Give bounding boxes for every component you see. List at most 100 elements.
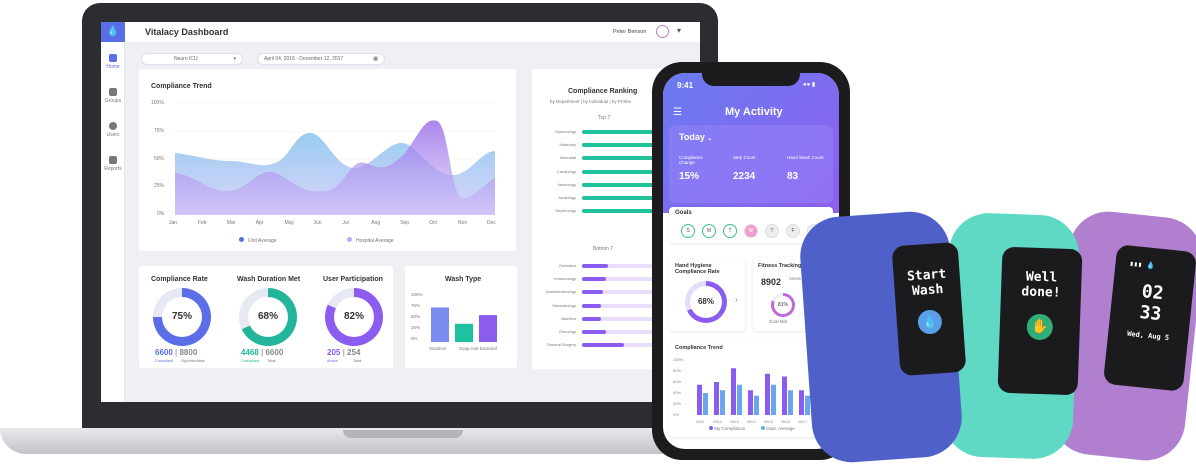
y-tick: 0% xyxy=(673,412,679,417)
unit-select-value: Neuro ICU xyxy=(174,56,198,62)
kpi-total: 6600 xyxy=(265,348,284,357)
y-tick: 100% xyxy=(151,100,164,106)
legend-hospital-average: Hospital Average xyxy=(347,237,394,244)
my-compliance-bar xyxy=(765,373,770,415)
ranking-label: Oncology xyxy=(559,329,576,334)
wash-type-label: Soap Anti-bacterial xyxy=(459,346,497,351)
nav-users[interactable]: Users xyxy=(101,122,125,138)
kpi-title: Wash Duration Met xyxy=(237,276,301,283)
goal-day[interactable]: T xyxy=(765,224,779,238)
x-tick: 05/12 xyxy=(713,420,722,424)
ranking-label: Gastroenterology xyxy=(545,289,576,295)
fitness-value: 8902 xyxy=(761,277,782,287)
y-tick: 25% xyxy=(154,183,165,189)
kpi-value-label: Compliant xyxy=(241,358,260,363)
goal-day[interactable]: S xyxy=(681,224,695,238)
month-tick: Jul xyxy=(342,220,349,226)
nav-reports[interactable]: Reports xyxy=(101,156,125,172)
month-tick: Aug xyxy=(371,220,381,226)
wash-type-bar xyxy=(431,307,449,342)
hand-hygiene-title: Hand Hygiene Compliance Rate xyxy=(675,263,720,275)
phone-notch xyxy=(702,72,800,86)
goal-day[interactable]: M xyxy=(702,224,716,238)
period-select[interactable]: Today ⌄ xyxy=(679,132,712,142)
month-tick: Apr xyxy=(255,220,264,226)
thumbs-up-icon: ✋ xyxy=(1026,313,1054,341)
x-tick: 05/15 xyxy=(764,420,773,424)
vitalacy-logo-icon[interactable]: 💧 xyxy=(101,22,125,42)
sidebar: 💧 Home Groups Users Reports xyxy=(101,22,125,402)
kpi-value: 205 xyxy=(327,348,341,357)
activity-card: Today ⌄ Compliance Change 15% Step Count 22… xyxy=(669,125,833,203)
goal-day[interactable]: T xyxy=(723,224,737,238)
my-compliance-bar xyxy=(697,384,702,415)
compliance-trend-card: Compliance Trend 100% 75% 50% 25% 0% Jan… xyxy=(139,69,516,251)
stat-value: 15% xyxy=(679,171,700,182)
x-tick: 05/16 xyxy=(781,420,790,424)
reports-icon xyxy=(109,156,117,164)
ranking-bar xyxy=(582,303,601,308)
goal-day[interactable]: F xyxy=(786,224,800,238)
kpi-value: 4468 xyxy=(241,348,259,357)
x-tick: 05/11 xyxy=(696,420,705,424)
stat-label: Compliance Change xyxy=(679,155,703,165)
phone-title: My Activity xyxy=(725,106,783,118)
compliance-trend-title: Compliance Trend xyxy=(151,83,212,90)
y-tick: 80% xyxy=(673,368,681,373)
month-tick: May xyxy=(284,220,295,226)
kpi-title: Compliance Rate xyxy=(151,276,208,283)
user-name[interactable]: Peter Benson xyxy=(613,29,646,35)
hand-hygiene-ring: 68% xyxy=(685,281,727,323)
ranking-label: Haematology xyxy=(552,302,576,308)
band-blue-line2: Wash xyxy=(911,281,944,300)
status-icons: ●● ▮ xyxy=(803,82,816,88)
legend-my-compliance: My Compliance xyxy=(709,426,745,431)
y-tick: 40% xyxy=(673,390,681,395)
kpi-pct: 82% xyxy=(334,297,374,337)
stat-value: 83 xyxy=(787,171,799,182)
y-tick: 60% xyxy=(673,379,681,384)
ranking-bar xyxy=(582,277,606,282)
ranking-bar xyxy=(582,316,601,321)
menu-icon[interactable]: ☰ xyxy=(673,107,682,118)
unit-select[interactable]: Neuro ICU ▾ xyxy=(141,53,243,65)
my-compliance-bar xyxy=(714,382,719,415)
clock-date: Wed, Aug 5 xyxy=(1126,329,1170,343)
dept-average-bar xyxy=(771,384,776,415)
fitness-ring: 81% xyxy=(771,293,795,317)
chevron-right-icon[interactable]: › xyxy=(735,295,738,304)
ranking-tabs[interactable]: by Department | by Individual | by Profe… xyxy=(550,99,631,104)
hand-hygiene-card[interactable]: Hand Hygiene Compliance Rate 68% › xyxy=(669,257,745,331)
date-range-picker[interactable]: April 04, 2016 - December 12, 2017 ▦ xyxy=(257,53,385,65)
my-compliance-bar xyxy=(748,390,753,415)
ranking-label: Neurology xyxy=(557,181,576,187)
band-teal-screen: Well done! ✋ xyxy=(997,246,1083,396)
nav-groups[interactable]: Groups xyxy=(101,88,125,104)
y-tick: 75% xyxy=(154,128,165,134)
chevron-down-icon[interactable]: ▾ xyxy=(677,26,681,35)
band-purple-screen: ▮▮▮ 💧 02 33 Wed, Aug 5 xyxy=(1102,244,1196,392)
phone-trend-title: Compliance Trend xyxy=(675,345,723,351)
kpi-total-label: Total xyxy=(267,358,276,363)
kpi-title: User Participation xyxy=(323,276,383,283)
goals-title: Goals xyxy=(675,210,692,216)
avatar-icon[interactable] xyxy=(656,25,669,38)
wash-type-chart: 100% 75% 50% 25% 0% xyxy=(411,292,497,342)
kpi-total: 254 xyxy=(347,348,361,357)
wash-type-title: Wash Type xyxy=(445,276,482,283)
goal-day[interactable]: W xyxy=(744,224,758,238)
my-compliance-bar xyxy=(799,390,804,415)
dept-average-bar xyxy=(754,395,759,415)
dept-average-bar xyxy=(788,390,793,415)
ranking-label: Maternity xyxy=(559,142,576,148)
kpi-donut: 82% xyxy=(325,288,383,346)
kpi-values: 4468 | 6600 xyxy=(241,348,283,357)
y-tick: 0% xyxy=(411,336,418,341)
y-tick: 50% xyxy=(411,314,420,319)
ranking-label: Gynecology xyxy=(554,129,576,134)
ranking-label: Cardiology xyxy=(556,168,576,174)
hand-wash-icon: 💧 xyxy=(917,309,943,335)
nav-home[interactable]: Home xyxy=(101,54,125,70)
y-tick: 25% xyxy=(411,325,420,330)
kpi-value: 6600 xyxy=(155,348,173,357)
